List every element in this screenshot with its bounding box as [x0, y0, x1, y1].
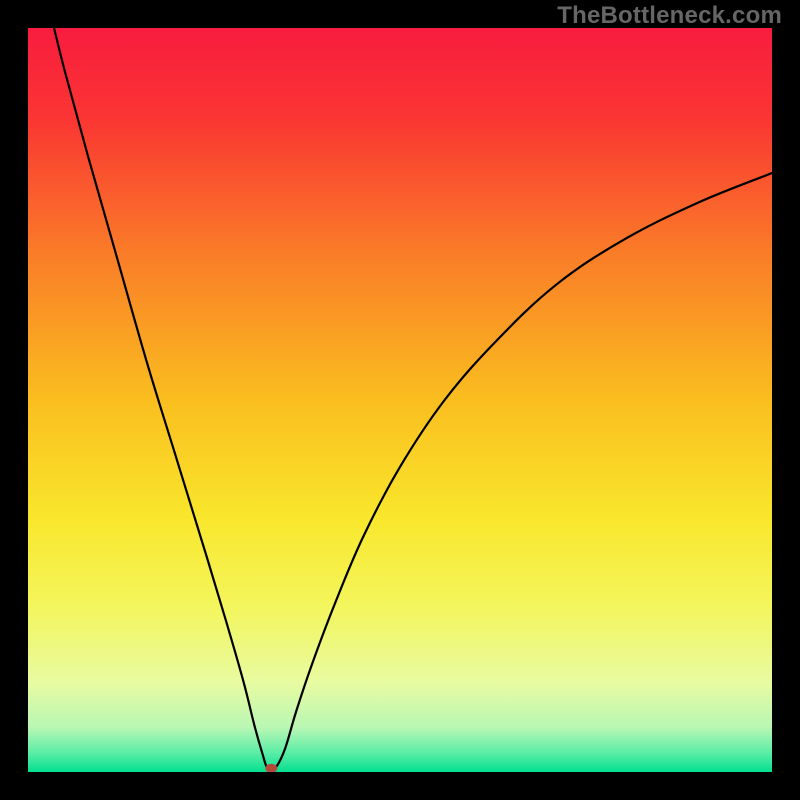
plot-area	[28, 28, 772, 772]
watermark-text: TheBottleneck.com	[557, 2, 782, 30]
chart-svg	[28, 28, 772, 772]
gradient-background	[28, 28, 772, 772]
chart-frame: TheBottleneck.com	[0, 0, 800, 800]
